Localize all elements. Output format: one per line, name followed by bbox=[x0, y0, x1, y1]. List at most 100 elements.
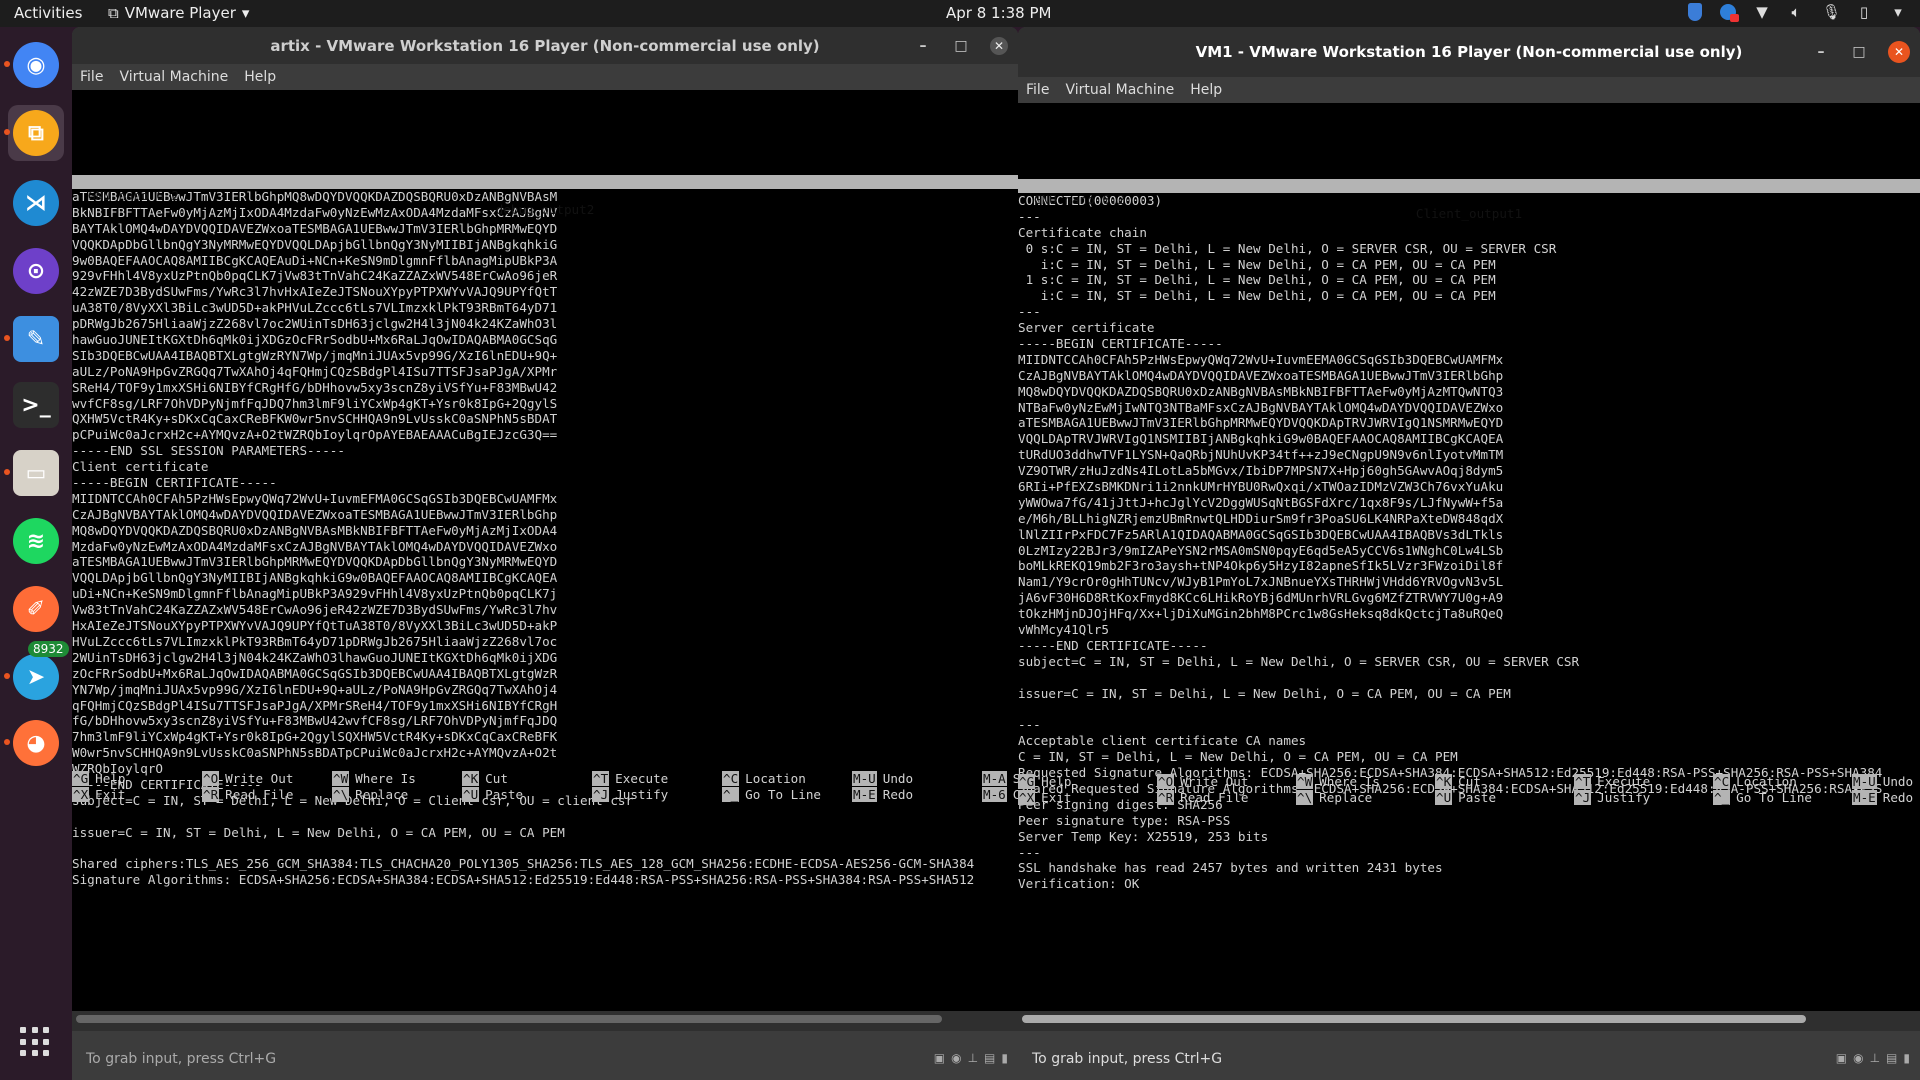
dock-item-text-editor[interactable]: ✎ bbox=[4, 311, 64, 367]
shortcut-key: M-E bbox=[852, 787, 877, 802]
menu-file[interactable]: File bbox=[80, 69, 103, 85]
sound-card-icon[interactable]: ▮ bbox=[1001, 1051, 1008, 1065]
wifi-icon[interactable]: ▼ bbox=[1754, 3, 1770, 21]
hard-disk-icon[interactable]: ▣ bbox=[934, 1051, 945, 1065]
volume-icon[interactable]: 🔈︎ bbox=[1788, 3, 1804, 21]
shortcut-exit: ^X Exit bbox=[72, 787, 222, 803]
shortcut-key: ^X bbox=[72, 787, 90, 802]
text-line: BAYTAklOMQ4wDAYDVQQIDAVEZWxoaTESMBAGA1UE… bbox=[72, 220, 558, 236]
shortcut-cut: ^K Cut bbox=[1435, 774, 1585, 790]
cd-icon[interactable]: ◉ bbox=[951, 1051, 961, 1065]
running-indicator bbox=[4, 335, 10, 341]
minimize-button[interactable]: – bbox=[1812, 43, 1830, 61]
printer-icon[interactable]: ▤ bbox=[984, 1051, 995, 1065]
app-menu[interactable]: ⧉ VMware Player ▾ bbox=[108, 4, 249, 22]
maximize-button[interactable]: □ bbox=[952, 37, 970, 55]
grid-dot bbox=[31, 1050, 38, 1057]
shortcut-undo: M-U Undo bbox=[852, 771, 1002, 787]
cd-icon[interactable]: ◉ bbox=[1853, 1051, 1863, 1065]
shortcut-key: ^T bbox=[592, 771, 610, 786]
window-titlebar[interactable]: VM1 - VMware Workstation 16 Player (Non-… bbox=[1018, 27, 1920, 77]
maximize-button[interactable]: □ bbox=[1850, 43, 1868, 61]
app-menu-label: VMware Player bbox=[124, 4, 236, 22]
shortcut-justify: ^J Justify bbox=[1574, 790, 1724, 806]
window-titlebar[interactable]: artix - VMware Workstation 16 Player (No… bbox=[72, 27, 1018, 64]
telegram-icon: ➤ bbox=[13, 654, 59, 700]
show-applications-icon[interactable] bbox=[20, 1027, 50, 1057]
text-line: MzdaFw0yNzEwMzAxODA4MzdaMFsxCzAJBgNVBAYT… bbox=[72, 538, 558, 554]
dock-item-firefox[interactable]: ◕ bbox=[4, 715, 64, 771]
shortcut-label: Redo bbox=[882, 787, 914, 802]
nano-filename: Client_output1 bbox=[1415, 206, 1523, 221]
dock-item-postman[interactable]: ✐ bbox=[8, 581, 64, 637]
shortcut-label: Exit bbox=[95, 787, 126, 802]
shortcut-paste: ^U Paste bbox=[1435, 790, 1585, 806]
text-line: -----END CERTIFICATE----- bbox=[1018, 637, 1208, 653]
text-line: Server Temp Key: X25519, 253 bits bbox=[1018, 828, 1269, 844]
battery-icon[interactable]: ▯ bbox=[1856, 3, 1872, 21]
hard-disk-icon[interactable]: ▣ bbox=[1836, 1051, 1847, 1065]
dock-item-vmware[interactable]: ⧉ bbox=[4, 105, 64, 161]
system-menu-arrow-icon[interactable]: ▾ bbox=[1890, 3, 1906, 21]
running-indicator bbox=[4, 61, 10, 67]
firefox-icon: ◕ bbox=[13, 720, 59, 766]
text-line: HxAIeZeJTSNouXYpyPTPXWYvVAJQ9UPYfQtTuA38… bbox=[72, 618, 558, 634]
microphone-icon[interactable]: 🎙︎ bbox=[1822, 3, 1841, 21]
shortcut-help: ^G Help bbox=[72, 771, 222, 787]
shortcut-label: Replace bbox=[1319, 790, 1373, 805]
text-line: CzAJBgNVBAYTAklOMQ4wDAYDVQQIDAVEZWxoaTES… bbox=[72, 506, 558, 522]
network-icon[interactable]: ⊥ bbox=[968, 1051, 978, 1065]
terminal-icon: >_ bbox=[13, 382, 59, 428]
clock[interactable]: Apr 8 1:38 PM bbox=[946, 4, 1051, 22]
text-line: aTESMBAGA1UEBwwJTmV3IERlbGhpMRMwEQYDVQQK… bbox=[72, 554, 558, 570]
text-line: VZ9OTWR/zHuJzdNs4ILotLa5bMGvx/IbiDP7MPSN… bbox=[1018, 463, 1504, 479]
minimize-button[interactable]: – bbox=[914, 37, 932, 55]
sound-card-icon[interactable]: ▮ bbox=[1903, 1051, 1910, 1065]
menu-virtual-machine[interactable]: Virtual Machine bbox=[1065, 82, 1174, 98]
shortcut-label: Cut bbox=[1458, 774, 1481, 789]
shortcut-justify: ^J Justify bbox=[592, 787, 742, 803]
text-line: Verification: OK bbox=[1018, 876, 1140, 892]
dock-item-github[interactable]: ⊙ bbox=[8, 243, 64, 299]
text-line: issuer=C = IN, ST = Delhi, L = New Delhi… bbox=[1018, 685, 1511, 701]
vmware-icon: ⧉ bbox=[13, 110, 59, 156]
text-line: issuer=C = IN, ST = Delhi, L = New Delhi… bbox=[72, 824, 565, 840]
shortcut-redo: M-E Redo bbox=[852, 787, 1002, 803]
menu-bar: File Virtual Machine Help bbox=[72, 64, 1018, 90]
horizontal-scrollbar[interactable] bbox=[1022, 1015, 1806, 1023]
shortcut-key: ^X bbox=[1018, 790, 1036, 805]
text-line: SIb3DQEBCwUAA4IBAQBTXLgtgWzRYN7Wp/jmqMni… bbox=[72, 347, 558, 363]
dock-item-chrome[interactable]: ◉ bbox=[4, 37, 64, 93]
shortcut-read-file: ^R Read File bbox=[1157, 790, 1307, 806]
shield-icon[interactable] bbox=[1688, 3, 1702, 21]
shortcut-label: Execute bbox=[615, 771, 669, 786]
shortcut-label: Go To Line bbox=[745, 787, 821, 802]
menu-help[interactable]: Help bbox=[1190, 82, 1222, 98]
grid-dot bbox=[43, 1050, 50, 1057]
dock-item-files[interactable]: ▭ bbox=[4, 445, 64, 501]
menu-file[interactable]: File bbox=[1026, 82, 1049, 98]
close-button[interactable]: ✕ bbox=[990, 36, 1008, 55]
activities-button[interactable]: Activities bbox=[14, 4, 82, 22]
dock-item-terminal[interactable]: >_ bbox=[8, 377, 64, 433]
text-line: pDRWgJb2675HliaaWjzZ268vl7oc2WUinTsDH63j… bbox=[72, 316, 558, 332]
dock-item-telegram[interactable]: ➤ 8932 bbox=[4, 641, 69, 705]
device-icons: ▣ ◉ ⊥ ▤ ▮ bbox=[1836, 1051, 1910, 1065]
notification-icon[interactable] bbox=[1720, 4, 1739, 22]
printer-icon[interactable]: ▤ bbox=[1886, 1051, 1897, 1065]
window-title: artix - VMware Workstation 16 Player (No… bbox=[270, 36, 820, 55]
top-bar: Activities ⧉ VMware Player ▾ Apr 8 1:38 … bbox=[0, 0, 1920, 27]
menu-help[interactable]: Help bbox=[244, 69, 276, 85]
horizontal-scrollbar[interactable] bbox=[76, 1015, 942, 1023]
dock-item-vscode[interactable]: ⋊ bbox=[8, 175, 64, 231]
shortcut-location: ^C Location bbox=[1713, 774, 1863, 790]
menu-virtual-machine[interactable]: Virtual Machine bbox=[119, 69, 228, 85]
shortcut-key: ^K bbox=[462, 771, 480, 786]
close-button[interactable]: ✕ bbox=[1888, 41, 1910, 63]
network-icon[interactable]: ⊥ bbox=[1870, 1051, 1880, 1065]
shortcut-label: Paste bbox=[1458, 790, 1497, 805]
shortcut-label: Where Is bbox=[355, 771, 416, 786]
shortcut-label: Write Out bbox=[1180, 774, 1249, 789]
dock-item-spotify[interactable]: ≋ bbox=[8, 513, 64, 569]
system-tray[interactable]: ▼ 🔈︎ 🎙︎ ▯ ▾ bbox=[1688, 3, 1906, 22]
